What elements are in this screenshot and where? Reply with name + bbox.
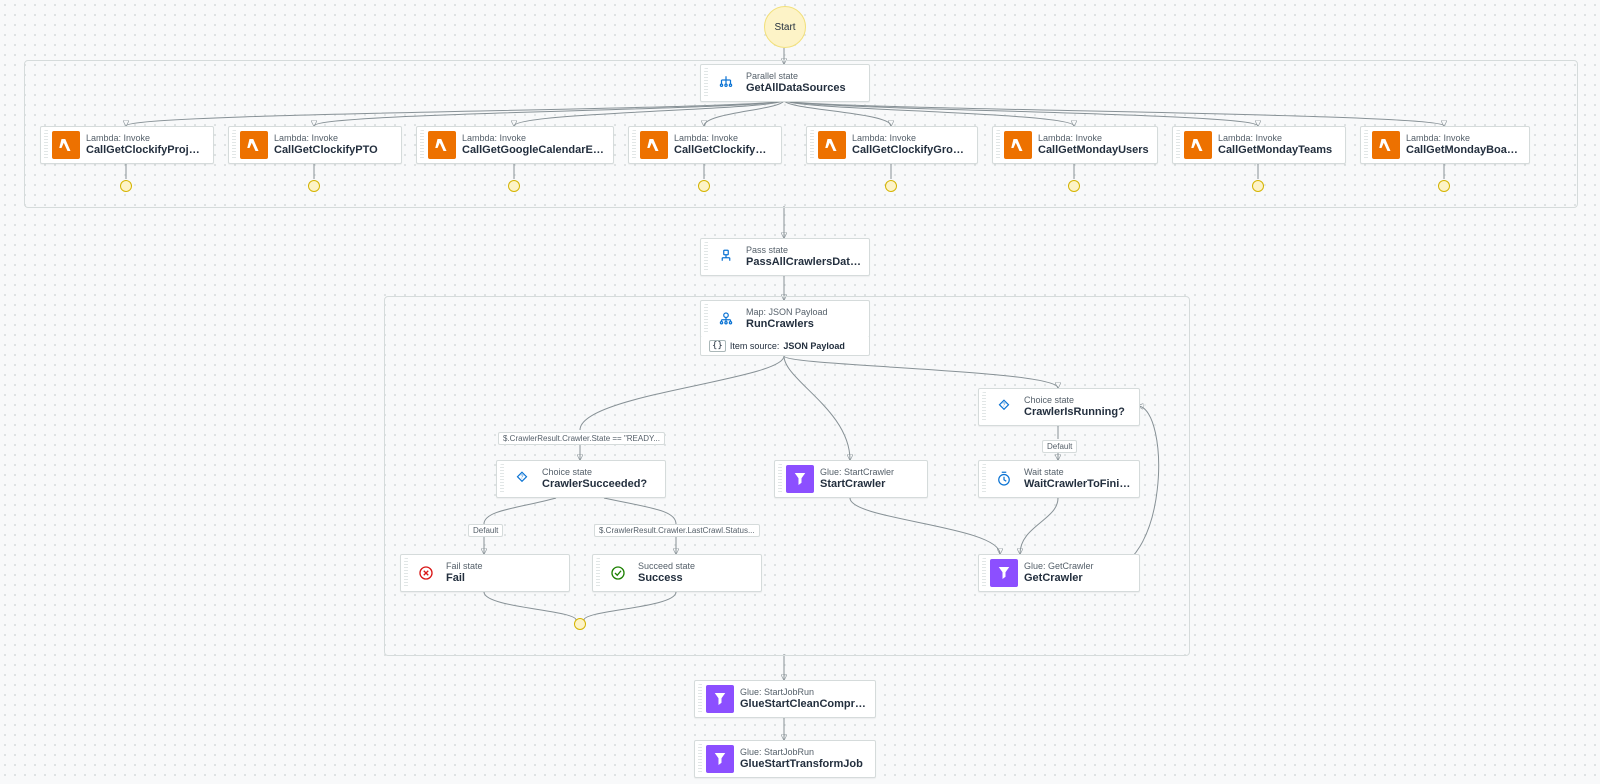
lambda-node[interactable]: Lambda: InvokeCallGetMondayBoards <box>1360 126 1530 164</box>
pass-icon <box>712 243 740 271</box>
lambda-node[interactable]: Lambda: InvokeCallGetMondayUsers <box>992 126 1158 164</box>
lambda-node[interactable]: Lambda: InvokeCallGetMondayTeams <box>1172 126 1346 164</box>
condition-label: Default <box>1042 440 1077 453</box>
end-dot <box>308 180 320 192</box>
fail-state-node[interactable]: Fail stateFail <box>400 554 570 592</box>
lambda-node[interactable]: Lambda: InvokeCallGetClockifyProjects <box>40 126 214 164</box>
drag-handle[interactable] <box>704 304 708 334</box>
drag-handle[interactable] <box>698 684 702 714</box>
drag-handle[interactable] <box>1176 130 1180 160</box>
glue-job-node[interactable]: Glue: StartJobRunGlueStartTransformJob <box>694 740 876 778</box>
map-state-node[interactable]: Map: JSON PayloadRunCrawlers <box>700 300 870 338</box>
glue-job-node[interactable]: Glue: StartJobRunGlueStartCleanCompressJ… <box>694 680 876 718</box>
drag-handle[interactable] <box>500 464 504 494</box>
end-dot <box>574 618 586 630</box>
lambda-icon <box>1184 131 1212 159</box>
end-dot <box>1252 180 1264 192</box>
node-type: Parallel state <box>746 71 846 82</box>
glue-icon <box>990 559 1018 587</box>
drag-handle[interactable] <box>778 464 782 494</box>
drag-handle[interactable] <box>44 130 48 160</box>
condition-label: Default <box>468 524 503 537</box>
choice-icon: ? <box>990 393 1018 421</box>
drag-handle[interactable] <box>632 130 636 160</box>
drag-handle[interactable] <box>232 130 236 160</box>
wait-icon <box>990 465 1018 493</box>
succeed-state-node[interactable]: Succeed stateSuccess <box>592 554 762 592</box>
drag-handle[interactable] <box>982 392 986 422</box>
fail-icon <box>412 559 440 587</box>
drag-handle[interactable] <box>982 464 986 494</box>
lambda-node[interactable]: Lambda: InvokeCallGetGoogleCalendarEvent… <box>416 126 614 164</box>
map-icon <box>712 305 740 333</box>
drag-handle[interactable] <box>704 68 708 98</box>
glue-getcrawler-node[interactable]: Glue: GetCrawlerGetCrawler <box>978 554 1140 592</box>
lambda-icon <box>1004 131 1032 159</box>
start-label: Start <box>774 22 795 33</box>
lambda-icon <box>428 131 456 159</box>
lambda-node[interactable]: Lambda: InvokeCallGetClockifyPTO <box>228 126 402 164</box>
lambda-node[interactable]: Lambda: InvokeCallGetClockifyGroups <box>806 126 978 164</box>
glue-icon <box>706 745 734 773</box>
drag-handle[interactable] <box>704 242 708 272</box>
choice-state-node[interactable]: ? Choice stateCrawlerIsRunning? <box>978 388 1140 426</box>
lambda-icon <box>1372 131 1400 159</box>
workflow-canvas[interactable]: Start Parallel state GetAllDataSources L… <box>0 0 1600 784</box>
glue-icon <box>706 685 734 713</box>
start-node[interactable]: Start <box>764 6 806 48</box>
end-dot <box>508 180 520 192</box>
drag-handle[interactable] <box>404 558 408 588</box>
end-dot <box>1068 180 1080 192</box>
glue-startcrawler-node[interactable]: Glue: StartCrawlerStartCrawler <box>774 460 928 498</box>
end-dot <box>885 180 897 192</box>
drag-handle[interactable] <box>1364 130 1368 160</box>
lambda-icon <box>240 131 268 159</box>
svg-text:?: ? <box>1003 402 1006 408</box>
condition-label: $.CrawlerResult.Crawler.State == "READY.… <box>498 432 665 445</box>
drag-handle[interactable] <box>982 558 986 588</box>
lambda-node[interactable]: Lambda: InvokeCallGetClockifyUsers <box>628 126 782 164</box>
lambda-icon <box>640 131 668 159</box>
end-dot <box>698 180 710 192</box>
glue-icon <box>786 465 814 493</box>
choice-icon: ? <box>508 465 536 493</box>
success-icon <box>604 559 632 587</box>
choice-state-node[interactable]: ? Choice stateCrawlerSucceeded? <box>496 460 666 498</box>
svg-text:?: ? <box>521 474 524 480</box>
drag-handle[interactable] <box>810 130 814 160</box>
drag-handle[interactable] <box>596 558 600 588</box>
end-dot <box>1438 180 1450 192</box>
lambda-icon <box>52 131 80 159</box>
drag-handle[interactable] <box>420 130 424 160</box>
end-dot <box>120 180 132 192</box>
parallel-icon <box>712 69 740 97</box>
parallel-state-node[interactable]: Parallel state GetAllDataSources <box>700 64 870 102</box>
lambda-icon <box>818 131 846 159</box>
drag-handle[interactable] <box>698 744 702 774</box>
drag-handle[interactable] <box>996 130 1000 160</box>
wait-state-node[interactable]: Wait stateWaitCrawlerToFinish <box>978 460 1140 498</box>
braces-icon: {} <box>709 340 726 352</box>
map-item-source: {} Item source: JSON Payload <box>700 337 870 356</box>
node-name: GetAllDataSources <box>746 82 846 95</box>
condition-label: $.CrawlerResult.Crawler.LastCrawl.Status… <box>594 524 760 537</box>
pass-state-node[interactable]: Pass statePassAllCrawlersDatasets <box>700 238 870 276</box>
